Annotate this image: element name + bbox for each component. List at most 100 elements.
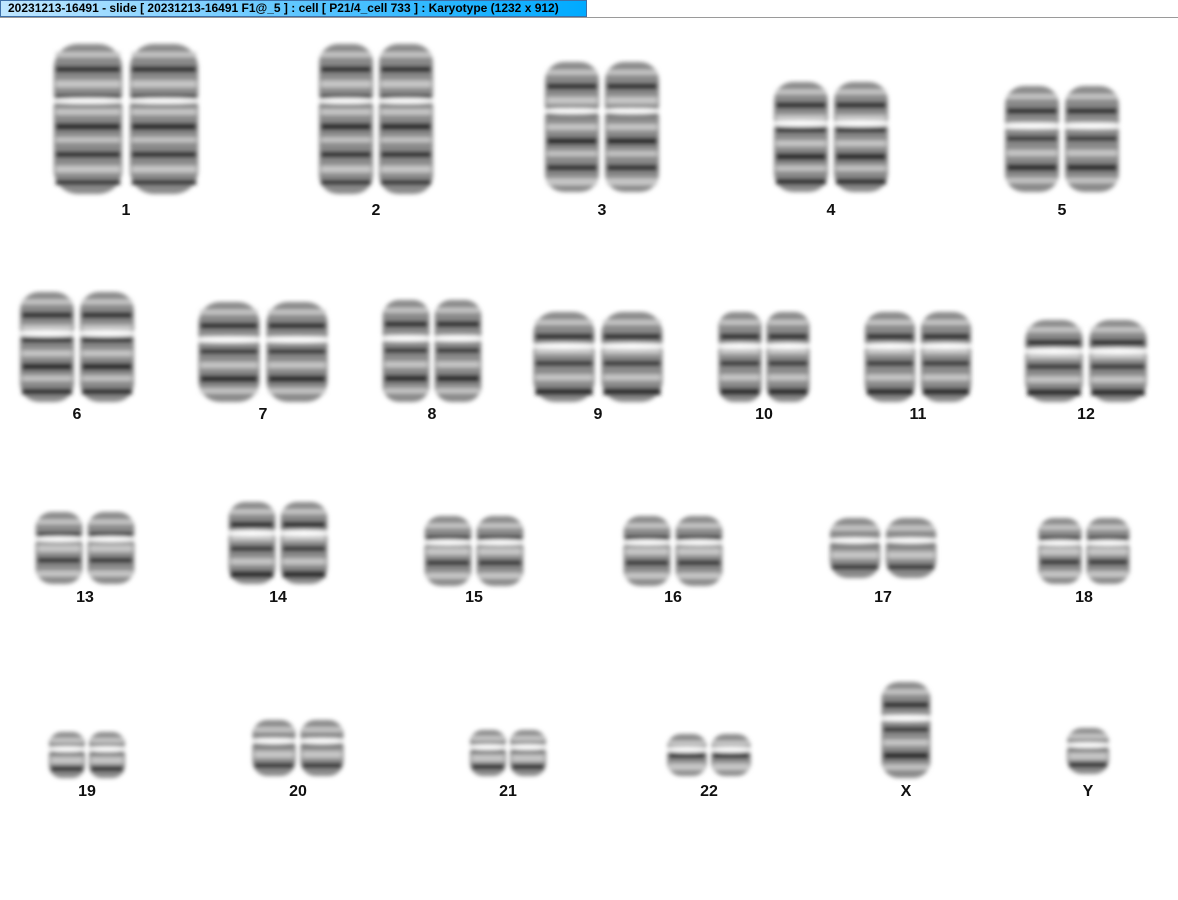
chromosome-homolog[interactable] <box>85 732 129 778</box>
chromosome-15[interactable]: 15 <box>409 512 539 620</box>
chromosome-19[interactable]: 19 <box>37 728 137 814</box>
chromosome-homolog[interactable] <box>618 516 676 586</box>
chromosome-label: 4 <box>826 202 836 219</box>
chromosome-homolog[interactable] <box>260 302 334 402</box>
chromosome-14[interactable]: 14 <box>213 498 343 620</box>
chromosome-homolog[interactable] <box>1059 86 1125 192</box>
chromosome-label: 20 <box>289 783 307 800</box>
chromosome-homolog[interactable] <box>828 82 894 192</box>
chromosome-homolog[interactable] <box>714 312 766 402</box>
chromosome-pair-image[interactable] <box>527 58 677 198</box>
chromosome-pair-image[interactable] <box>409 512 539 592</box>
chromosome-homolog[interactable] <box>74 292 140 402</box>
chromosome-homolog[interactable] <box>248 720 300 776</box>
chromosome-homolog[interactable] <box>824 518 886 578</box>
chromosome-homolog[interactable] <box>880 518 942 578</box>
chromosome-pair-image[interactable] <box>813 514 953 584</box>
chromosome-pair-image[interactable] <box>31 40 221 200</box>
chromosome-pair-image[interactable] <box>987 82 1137 198</box>
window-title[interactable]: 20231213-16491 - slide [ 20231213-16491 … <box>0 0 587 17</box>
chromosome-homolog[interactable] <box>1034 518 1086 584</box>
chromosome-4[interactable]: 4 <box>756 78 906 233</box>
chromosome-homolog[interactable] <box>663 734 711 776</box>
chromosome-homolog[interactable] <box>471 516 529 586</box>
chromosome-20[interactable]: 20 <box>238 716 358 814</box>
chromosome-pair-image[interactable] <box>367 296 497 408</box>
chromosome-10[interactable]: 10 <box>704 308 824 437</box>
chromosome-pair-image[interactable] <box>756 78 906 198</box>
chromosome-17[interactable]: 17 <box>813 514 953 620</box>
chromosome-homolog[interactable] <box>768 82 834 192</box>
chromosome-homolog[interactable] <box>915 312 977 402</box>
chromosome-label: 14 <box>269 589 287 606</box>
chromosome-18[interactable]: 18 <box>1024 514 1144 620</box>
chromosome-pair-image[interactable] <box>2 288 152 408</box>
chromosome-homolog[interactable] <box>14 292 80 402</box>
chromosome-pair-image[interactable] <box>608 512 738 592</box>
chromosome-homolog[interactable] <box>1062 728 1114 774</box>
chromosome-homolog[interactable] <box>275 502 333 584</box>
chromosome-3[interactable]: 3 <box>527 58 677 233</box>
chromosome-pair-image[interactable] <box>20 508 150 590</box>
chromosome-homolog[interactable] <box>82 512 140 584</box>
chromosome-homolog[interactable] <box>30 512 88 584</box>
chromosome-homolog[interactable] <box>707 734 755 776</box>
chromosome-pair-image[interactable] <box>238 716 358 782</box>
chromosome-pair-image[interactable] <box>1058 724 1118 780</box>
chromosome-pair-image[interactable] <box>654 730 764 782</box>
chromosome-homolog[interactable] <box>595 312 669 402</box>
chromosome-label: 9 <box>593 406 603 423</box>
chromosome-homolog[interactable] <box>192 302 266 402</box>
chromosome-homolog[interactable] <box>46 44 130 194</box>
chromosome-12[interactable]: 12 <box>1006 316 1166 437</box>
chromosome-X[interactable]: X <box>871 678 941 814</box>
chromosome-7[interactable]: 7 <box>178 298 348 437</box>
chromosome-homolog[interactable] <box>419 516 477 586</box>
chromosome-pair-image[interactable] <box>1024 514 1144 590</box>
chromosome-pair-image[interactable] <box>1006 316 1166 408</box>
chromosome-homolog[interactable] <box>313 44 379 194</box>
chromosome-5[interactable]: 5 <box>987 82 1137 233</box>
chromosome-16[interactable]: 16 <box>608 512 738 620</box>
chromosome-1[interactable]: 1 <box>31 40 221 233</box>
chromosome-homolog[interactable] <box>527 312 601 402</box>
chromosome-homolog[interactable] <box>670 516 728 586</box>
chromosome-pair-image[interactable] <box>848 308 988 408</box>
chromosome-homolog[interactable] <box>122 44 206 194</box>
chromosome-homolog[interactable] <box>539 62 605 192</box>
chromosome-Y[interactable]: Y <box>1058 724 1118 814</box>
chromosome-6[interactable]: 6 <box>2 288 152 437</box>
chromosome-2[interactable]: 2 <box>301 40 451 233</box>
chromosome-homolog[interactable] <box>377 300 435 402</box>
chromosome-8[interactable]: 8 <box>367 296 497 437</box>
chromosome-homolog[interactable] <box>45 732 89 778</box>
chromosome-homolog[interactable] <box>876 682 936 778</box>
chromosome-homolog[interactable] <box>859 312 921 402</box>
chromosome-9[interactable]: 9 <box>513 308 683 437</box>
chromosome-homolog[interactable] <box>762 312 814 402</box>
chromosome-13[interactable]: 13 <box>20 508 150 620</box>
chromosome-homolog[interactable] <box>429 300 487 402</box>
chromosome-homolog[interactable] <box>599 62 665 192</box>
chromosome-pair-image[interactable] <box>213 498 343 590</box>
chromosome-homolog[interactable] <box>1082 518 1134 584</box>
chromosome-homolog[interactable] <box>506 730 550 776</box>
chromosome-pair-image[interactable] <box>301 40 451 200</box>
chromosome-homolog[interactable] <box>1083 320 1153 402</box>
chromosome-homolog[interactable] <box>999 86 1065 192</box>
chromosome-pair-image[interactable] <box>458 726 558 782</box>
chromosome-label: 18 <box>1075 589 1093 606</box>
chromosome-homolog[interactable] <box>296 720 348 776</box>
chromosome-22[interactable]: 22 <box>654 730 764 814</box>
chromosome-21[interactable]: 21 <box>458 726 558 814</box>
chromosome-homolog[interactable] <box>373 44 439 194</box>
chromosome-homolog[interactable] <box>223 502 281 584</box>
chromosome-pair-image[interactable] <box>178 298 348 408</box>
chromosome-pair-image[interactable] <box>704 308 824 408</box>
chromosome-pair-image[interactable] <box>37 728 137 784</box>
chromosome-homolog[interactable] <box>466 730 510 776</box>
chromosome-pair-image[interactable] <box>513 308 683 408</box>
chromosome-11[interactable]: 11 <box>848 308 988 437</box>
chromosome-pair-image[interactable] <box>871 678 941 784</box>
chromosome-homolog[interactable] <box>1019 320 1089 402</box>
